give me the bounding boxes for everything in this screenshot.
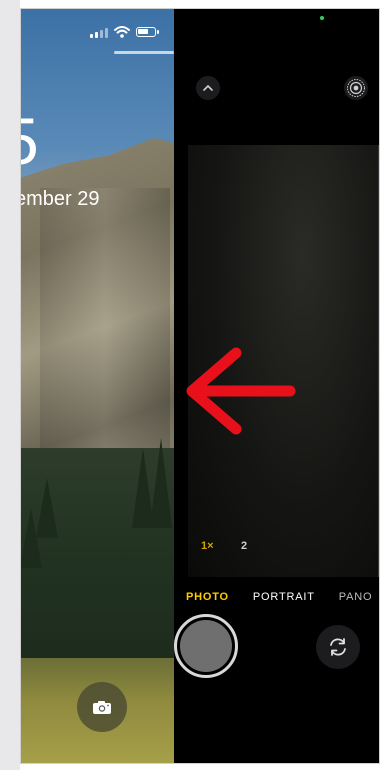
live-photo-icon — [347, 79, 365, 97]
expand-controls-button[interactable] — [196, 76, 220, 100]
zoom-1x-button[interactable]: 1× — [201, 540, 214, 552]
home-indicator — [114, 51, 174, 54]
status-bar — [90, 26, 159, 38]
lock-screen-camera-button[interactable] — [77, 682, 127, 732]
flip-camera-button[interactable] — [316, 625, 360, 669]
camera-icon — [93, 700, 111, 714]
lock-screen-time: 5 — [20, 104, 39, 178]
viewfinder-edge — [378, 145, 380, 577]
left-margin — [0, 0, 20, 770]
live-photo-button[interactable] — [344, 76, 368, 100]
chevron-up-icon — [203, 84, 213, 91]
tree — [36, 478, 58, 538]
flip-camera-icon — [330, 638, 346, 656]
cellular-signal-icon — [90, 27, 108, 38]
shutter-button-inner — [180, 620, 232, 672]
mode-photo[interactable]: PHOTO — [186, 591, 229, 603]
zoom-2x-button[interactable]: 2 — [241, 540, 247, 552]
camera-mode-selector: PHOTO PORTRAIT PANO — [186, 591, 372, 603]
mode-portrait[interactable]: PORTRAIT — [253, 591, 315, 603]
lock-screen: 5 ember 29 — [20, 8, 174, 764]
wifi-icon — [114, 26, 130, 38]
camera-in-use-indicator — [320, 16, 324, 20]
shutter-button[interactable] — [174, 614, 238, 678]
tree — [150, 438, 172, 528]
battery-icon — [136, 27, 159, 37]
mode-pano[interactable]: PANO — [339, 591, 373, 603]
left-arrow-annotation — [186, 347, 296, 435]
lock-screen-date: ember 29 — [20, 188, 100, 210]
